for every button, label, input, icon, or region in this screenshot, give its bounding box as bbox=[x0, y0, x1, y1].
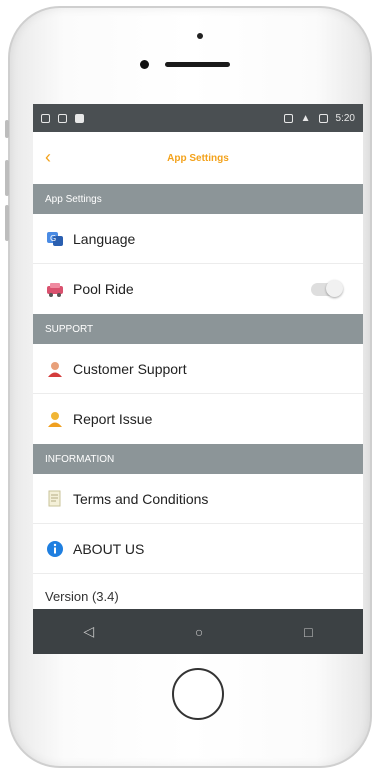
settings-item-about-us[interactable]: ABOUT US bbox=[33, 524, 363, 574]
front-camera bbox=[197, 33, 203, 39]
screen: ▲ 5:20 ‹ App Settings App Settings G Lan… bbox=[33, 104, 363, 654]
settings-item-report-issue[interactable]: Report Issue bbox=[33, 394, 363, 444]
settings-item-terms[interactable]: Terms and Conditions bbox=[33, 474, 363, 524]
page-title: App Settings bbox=[167, 152, 229, 164]
battery-icon bbox=[318, 113, 328, 123]
notification-icon bbox=[41, 113, 50, 123]
settings-item-language[interactable]: G Language bbox=[33, 214, 363, 264]
settings-item-label: Language bbox=[73, 230, 136, 247]
document-icon bbox=[45, 489, 65, 509]
silent-switch bbox=[5, 120, 9, 138]
volume-down-button bbox=[5, 205, 9, 241]
support-agent-icon bbox=[45, 359, 65, 379]
translate-icon: G bbox=[45, 229, 65, 249]
volume-up-button bbox=[5, 160, 9, 196]
settings-item-label: Customer Support bbox=[73, 360, 187, 377]
car-icon bbox=[45, 279, 65, 299]
settings-item-label: Terms and Conditions bbox=[73, 490, 209, 507]
earpiece-speaker bbox=[165, 62, 230, 67]
pool-ride-toggle[interactable] bbox=[311, 279, 343, 297]
image-icon bbox=[75, 113, 84, 123]
info-icon bbox=[45, 539, 65, 559]
settings-item-label: Pool Ride bbox=[73, 281, 134, 297]
nav-home-icon[interactable]: ○ bbox=[195, 624, 203, 640]
svg-text:G: G bbox=[50, 234, 56, 243]
back-arrow-icon[interactable]: ‹ bbox=[45, 148, 51, 166]
user-icon bbox=[45, 409, 65, 429]
android-nav-bar: ◁ ○ □ bbox=[33, 609, 363, 654]
section-header-information: INFORMATION bbox=[33, 444, 363, 474]
settings-item-customer-support[interactable]: Customer Support bbox=[33, 344, 363, 394]
proximity-sensor bbox=[140, 60, 149, 69]
status-time: 5:20 bbox=[335, 112, 355, 124]
home-button[interactable] bbox=[172, 668, 224, 720]
app-bar: ‹ App Settings bbox=[33, 132, 363, 184]
section-header-app-settings: App Settings bbox=[33, 184, 363, 214]
nav-recents-icon[interactable]: □ bbox=[304, 624, 312, 640]
settings-item-label: Report Issue bbox=[73, 411, 153, 427]
section-header-support: SUPPORT bbox=[33, 314, 363, 344]
notification-icon bbox=[58, 113, 67, 123]
version-text: Version (3.4) bbox=[45, 588, 119, 604]
vibrate-icon bbox=[283, 113, 293, 123]
toggle-knob bbox=[326, 279, 343, 297]
signal-icon: ▲ bbox=[300, 112, 311, 124]
nav-back-icon[interactable]: ◁ bbox=[83, 623, 94, 640]
status-bar: ▲ 5:20 bbox=[33, 104, 363, 132]
settings-item-label: ABOUT US bbox=[73, 540, 145, 557]
settings-item-pool-ride[interactable]: Pool Ride bbox=[33, 264, 363, 314]
